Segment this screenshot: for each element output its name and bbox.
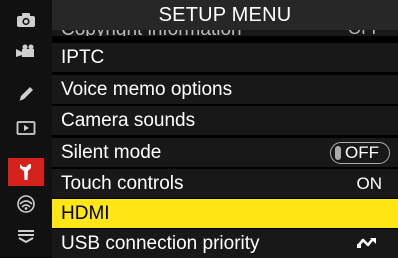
wrench-icon [20, 164, 31, 180]
menu-item-silent-mode[interactable]: Silent mode OFF [52, 138, 398, 167]
menu-item-value: ON [356, 174, 383, 193]
tab-video-recording[interactable] [8, 38, 44, 66]
menu-item-camera-sounds[interactable]: Camera sounds [52, 106, 398, 135]
setup-menu-list: Copyright information OFF IPTC Voice mem… [52, 0, 398, 258]
menu-item-label: USB connection priority [61, 233, 260, 254]
setup-menu-screen: Copyright information OFF IPTC Voice mem… [0, 0, 398, 258]
my-menu-icon [18, 230, 34, 244]
tab-photo-shooting[interactable] [8, 6, 44, 34]
menu-item-label: Voice memo options [61, 79, 233, 100]
menu-item-label: HDMI [61, 203, 110, 224]
menu-item-label: IPTC [61, 47, 105, 68]
menu-item-iptc[interactable]: IPTC [52, 43, 398, 72]
tab-my-menu[interactable] [8, 222, 44, 250]
silent-mode-toggle[interactable]: OFF [330, 142, 390, 164]
camera-icon [17, 13, 35, 27]
tab-playback[interactable] [8, 114, 44, 142]
usb-icon [357, 238, 376, 248]
menu-item-label: Touch controls [61, 173, 184, 194]
tab-network[interactable] [8, 190, 44, 218]
playback-icon [16, 121, 36, 135]
toggle-knob [335, 146, 341, 160]
menu-item-label: Silent mode [61, 142, 162, 163]
menu-item-usb-connection-priority[interactable]: USB connection priority [52, 229, 398, 258]
pencil-icon [19, 87, 33, 101]
menu-item-voice-memo-options[interactable]: Voice memo options [52, 75, 398, 104]
tab-setup[interactable] [8, 158, 44, 186]
tab-custom-settings[interactable] [8, 80, 44, 108]
menu-item-touch-controls[interactable]: Touch controls ON [52, 169, 398, 198]
menu-item-hdmi[interactable]: HDMI [52, 199, 398, 228]
network-icon [17, 195, 35, 213]
toggle-value: OFF [345, 143, 379, 162]
menu-tab-strip [0, 0, 52, 257]
movie-icon [16, 44, 34, 57]
page-title: SETUP MENU [52, 0, 398, 30]
menu-item-label: Camera sounds [61, 110, 196, 131]
